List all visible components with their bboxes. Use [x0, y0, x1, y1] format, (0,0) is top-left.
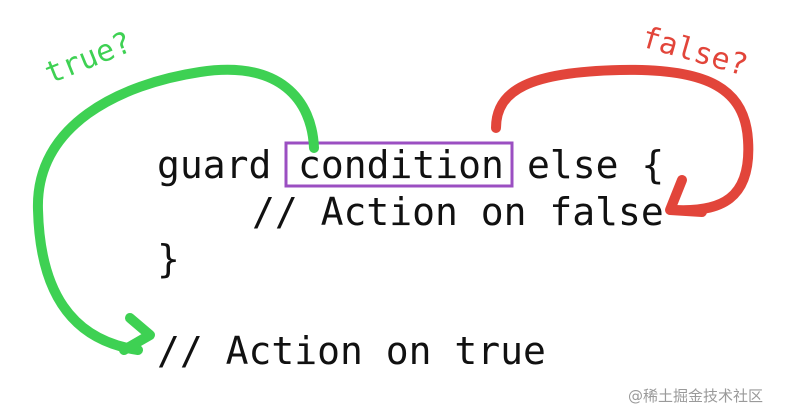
code-true-action: // Action on true — [157, 329, 546, 373]
true-arrowhead — [119, 313, 155, 355]
watermark: @稀土掘金技术社区 — [628, 387, 763, 405]
code-closing-brace: } — [157, 237, 180, 281]
true-label: true? — [40, 25, 137, 91]
code-condition: condition — [298, 143, 504, 187]
code-else-brace: else { — [527, 143, 664, 187]
code-guard-keyword: guard — [157, 143, 271, 187]
guard-flow-diagram: guard condition else { // Action on fals… — [32, 20, 763, 405]
code-false-action: // Action on false — [252, 190, 664, 234]
false-arrowhead — [665, 175, 707, 217]
